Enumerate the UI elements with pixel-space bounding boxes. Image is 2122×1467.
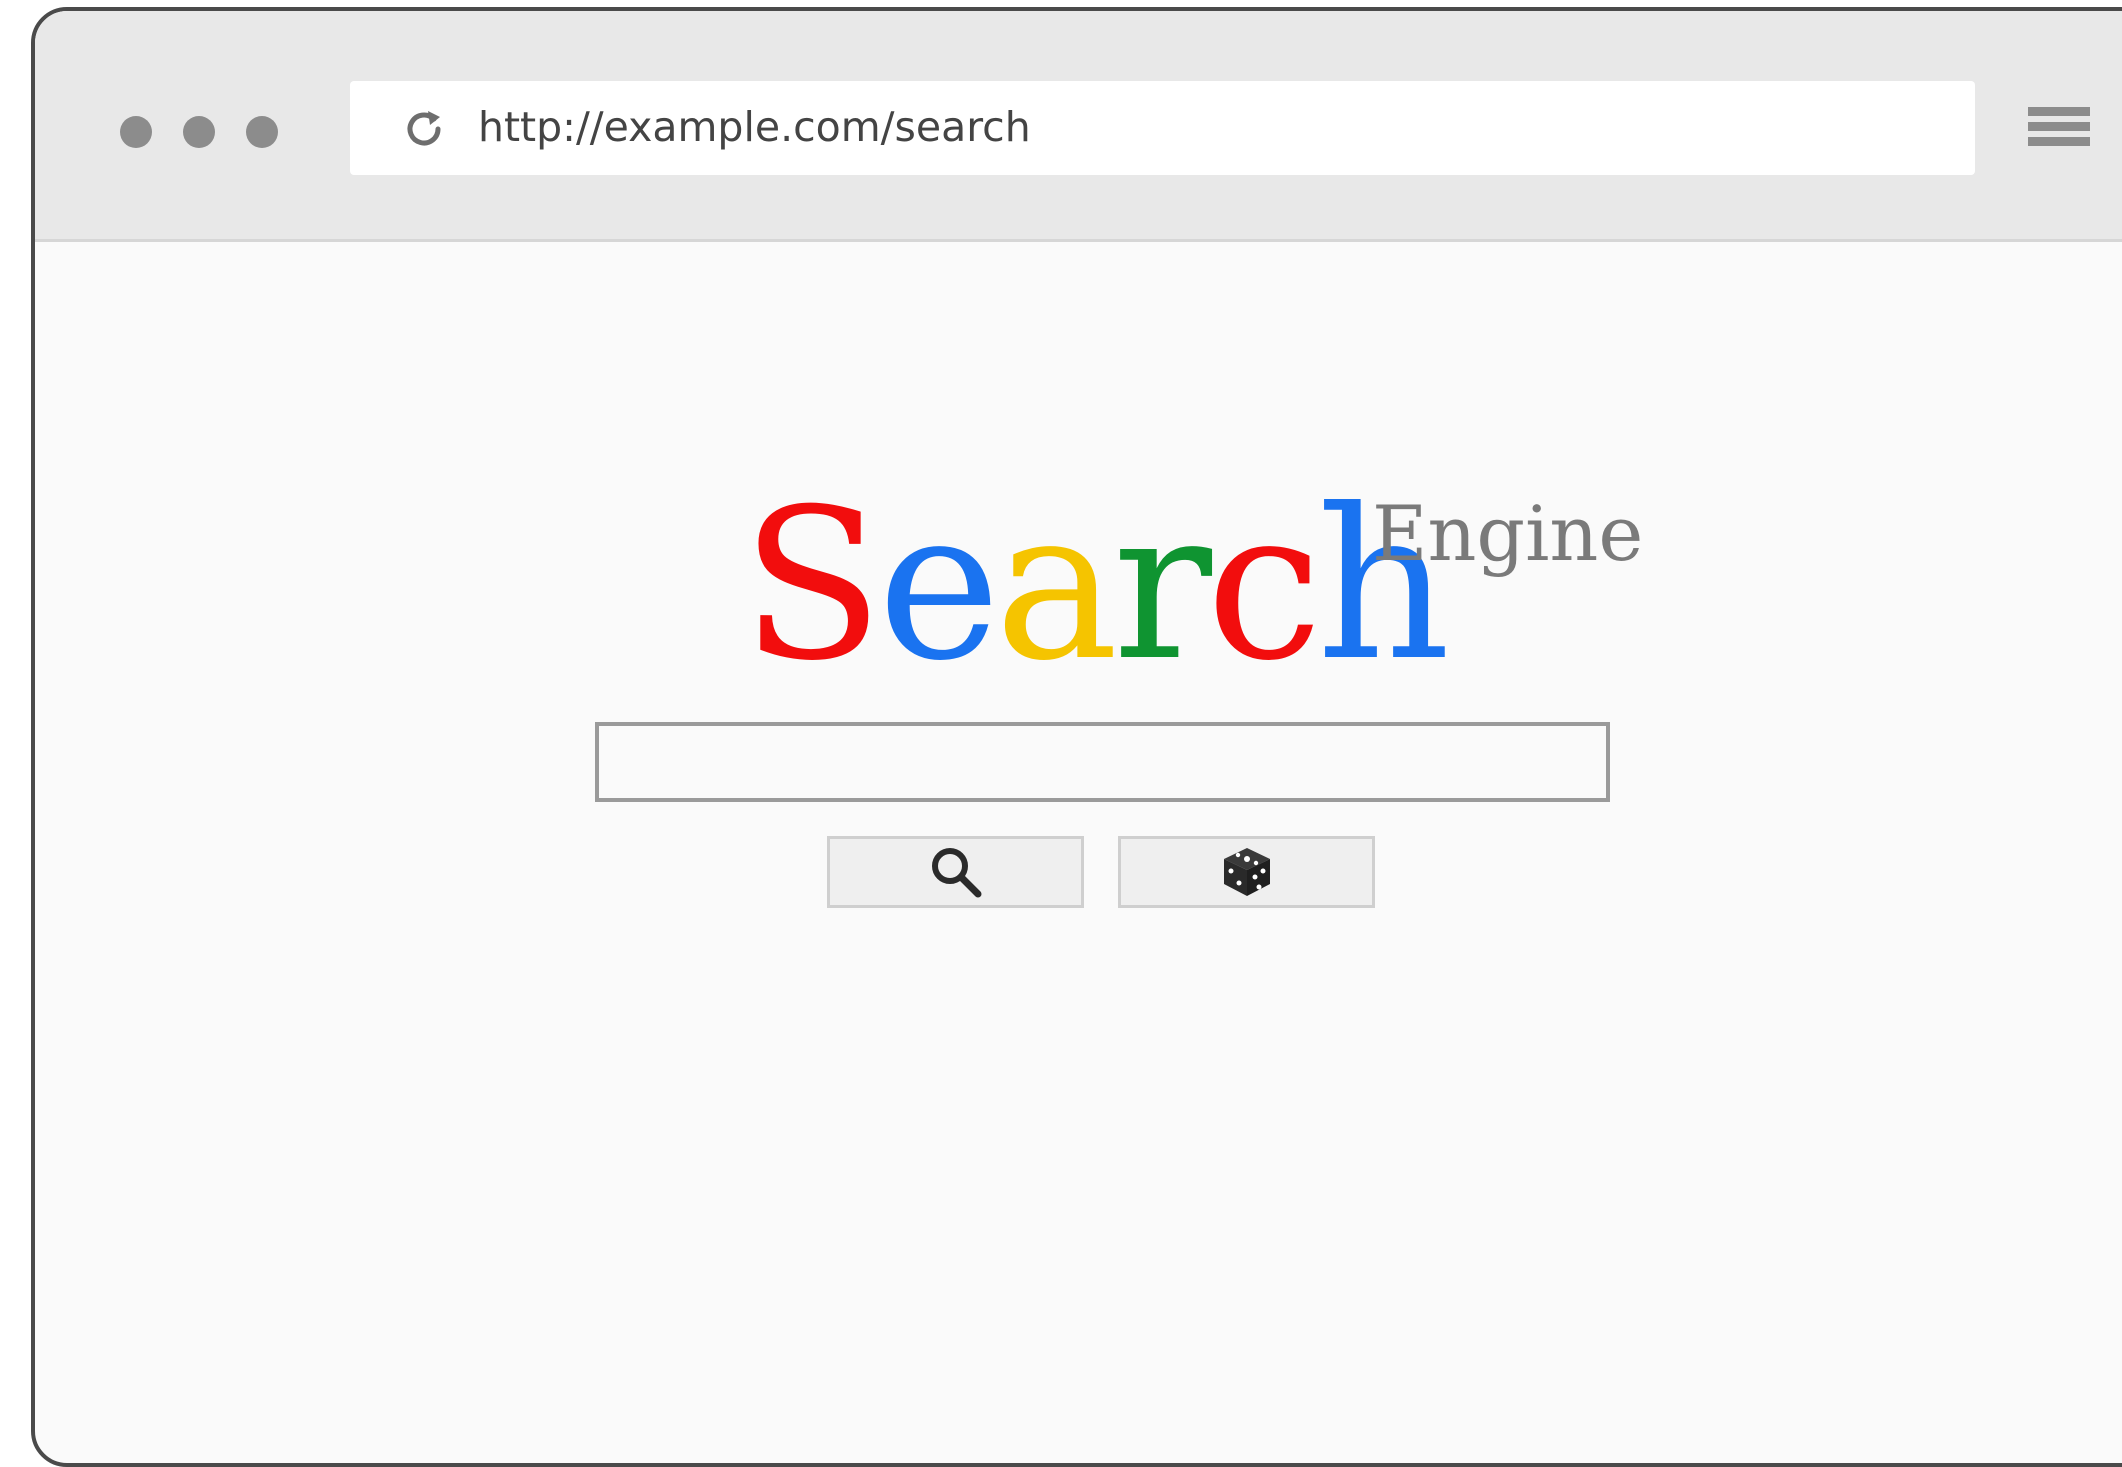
dice-icon bbox=[1223, 848, 1270, 896]
search-button[interactable] bbox=[827, 836, 1084, 908]
logo-superscript: Engine bbox=[1372, 489, 1644, 578]
logo-letter: r bbox=[1112, 465, 1212, 707]
address-bar-url[interactable]: http://example.com/search bbox=[478, 101, 1031, 153]
logo-letter: c bbox=[1206, 465, 1322, 707]
window-minimize-dot[interactable] bbox=[183, 116, 215, 148]
window-maximize-dot[interactable] bbox=[246, 116, 278, 148]
search-input[interactable] bbox=[595, 722, 1610, 802]
logo-letter: e bbox=[877, 465, 1001, 707]
window-close-dot[interactable] bbox=[120, 116, 152, 148]
browser-toolbar: http://example.com/search bbox=[35, 11, 2122, 242]
address-bar[interactable]: http://example.com/search bbox=[350, 81, 1975, 175]
logo-wordmark: Search bbox=[741, 465, 1451, 707]
logo-letter: S bbox=[741, 465, 883, 707]
magnifier-icon bbox=[931, 848, 981, 898]
random-search-button[interactable] bbox=[1118, 836, 1375, 908]
search-engine-logo: Search Engine bbox=[741, 476, 1701, 696]
hamburger-menu-icon[interactable] bbox=[2028, 107, 2090, 157]
browser-window: http://example.com/search Search Engine bbox=[31, 7, 2122, 1467]
reload-icon[interactable] bbox=[400, 105, 448, 153]
logo-letter: a bbox=[994, 465, 1119, 707]
